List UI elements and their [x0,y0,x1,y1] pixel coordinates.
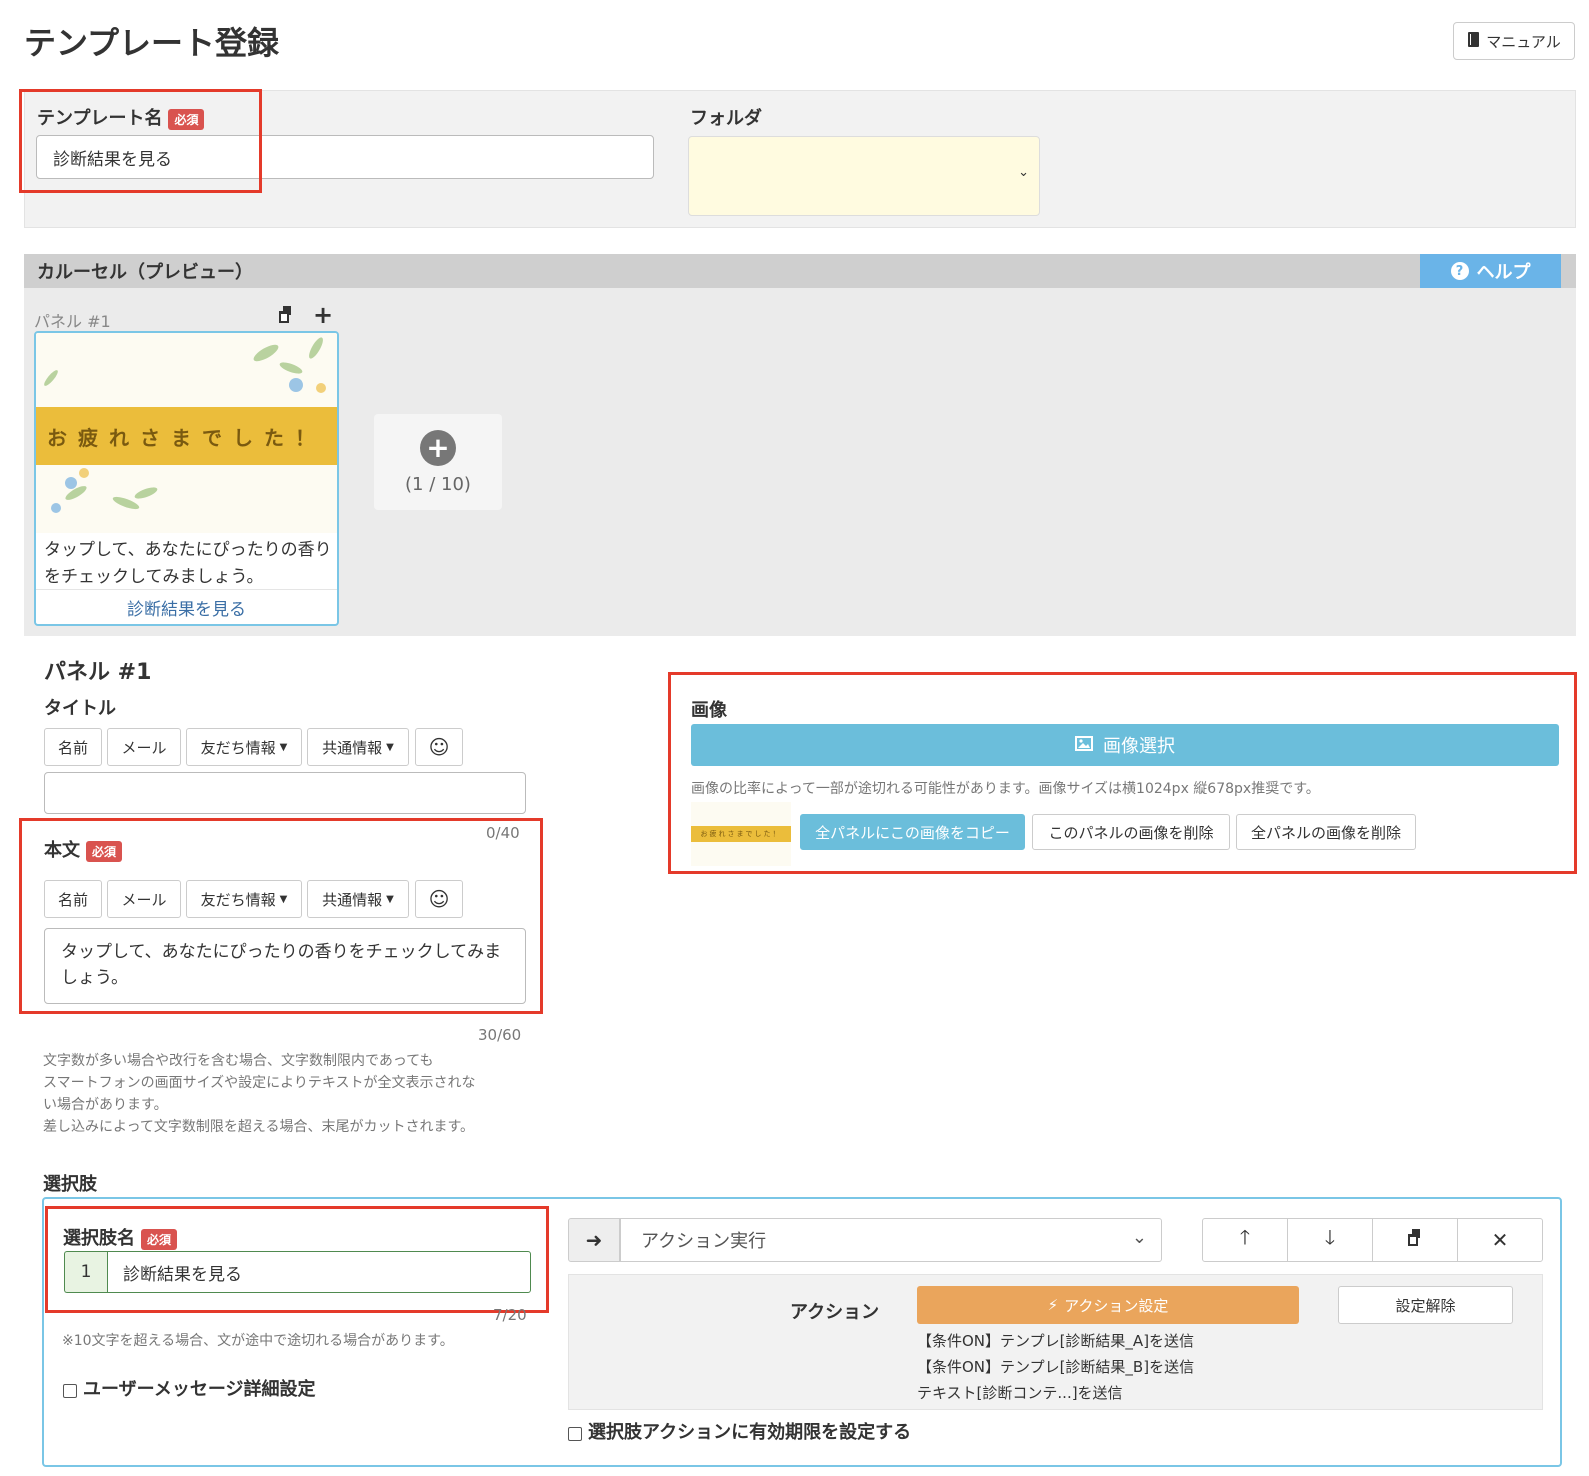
question-circle-icon: ? [1450,262,1469,280]
arrow-right-icon: ➜ [568,1218,620,1262]
page-title: テンプレート登録 [24,24,280,62]
caret-down-icon: ▼ [279,741,288,753]
delete-choice-button[interactable]: ✕ [1457,1218,1543,1262]
folder-label: フォルダ [690,108,762,129]
panel-count: (1 / 10) [405,473,471,495]
highlight-template-name [19,89,262,193]
add-panel-plus-icon[interactable]: + [313,301,333,329]
title-input[interactable] [44,772,526,814]
card-image: お疲れさまでした！ [36,333,337,533]
copy-choice-button[interactable] [1372,1218,1458,1262]
copy-icon [1407,1228,1423,1252]
carousel-title: カルーセル（プレビュー） [37,262,253,283]
folder-select[interactable]: ⌄ [688,136,1040,216]
help-label: ヘルプ [1476,262,1531,283]
add-panel-button[interactable]: + (1 / 10) [374,414,502,510]
card-banner: お疲れさまでした！ [36,407,337,465]
smile-icon: ☺ [428,735,450,759]
panel-heading: パネル #1 [44,660,152,685]
manual-button[interactable]: マニュアル [1453,22,1575,60]
card-body-text: タップして、あなたにぴったりの香りをチェックしてみましょう。 [44,540,332,587]
action-setting-label: アクション設定 [1064,1296,1169,1315]
choice-name-note: ※10文字を超える場合、文が途中で途切れる場合があります。 [62,1333,454,1349]
choices-label: 選択肢 [43,1174,97,1195]
checkbox[interactable] [63,1383,77,1398]
action-type-value: アクション実行 [641,1231,767,1252]
help-button[interactable]: ? ヘルプ [1420,254,1561,288]
highlight-choice-name [45,1206,549,1313]
choice-name-counter: 7/20 [493,1306,527,1324]
panel-number-label: パネル #1 [34,312,111,331]
action-summary-line: 【条件ON】テンプレ[診断結果_B]を送信 [917,1358,1195,1376]
highlight-body [19,818,543,1014]
chevron-down-icon: ⌄ [1018,165,1029,180]
body-note: 文字数が多い場合や改行を含む場合、文字数制限内であっても スマートフォンの画面サ… [43,1050,543,1138]
action-expiry-toggle[interactable]: 選択肢アクションに有効期限を設定する [568,1418,911,1444]
friend-info-label: 友だち情報 [200,738,276,757]
emoji-button[interactable]: ☺ [415,728,463,766]
user-message-detail-toggle[interactable]: ユーザーメッセージ詳細設定 [63,1375,316,1401]
action-label: アクション [790,1302,880,1323]
action-expiry-label: 選択肢アクションに有効期限を設定する [588,1422,912,1443]
note-line: 差し込みによって文字数制限を超える場合、末尾がカットされます。 [43,1119,475,1135]
arrow-down-icon: 🡓 [1324,1225,1336,1249]
title-label: タイトル [44,698,116,719]
bolt-icon: ⚡ [1047,1296,1059,1314]
carousel-header [24,254,1576,288]
note-line: 文字数が多い場合や改行を含む場合、文字数制限内であっても [43,1053,434,1069]
action-summary-line: 【条件ON】テンプレ[診断結果_A]を送信 [917,1332,1195,1350]
common-info-dropdown[interactable]: 共通情報 ▼ [307,728,409,766]
close-icon: ✕ [1491,1228,1509,1252]
caret-down-icon: ▼ [386,741,394,753]
chevron-down-icon: ⌄ [1131,1227,1147,1248]
checkbox[interactable] [568,1426,582,1441]
highlight-image [668,672,1577,874]
body-counter: 30/60 [478,1026,522,1044]
note-line: い場合があります。 [43,1097,168,1113]
insert-email-button[interactable]: メール [107,728,181,766]
book-icon [1467,31,1480,51]
note-line: スマートフォンの画面サイズや設定によりテキストが全文表示されな [43,1075,476,1091]
copy-panel-icon[interactable] [278,306,294,328]
manual-label: マニュアル [1486,32,1561,51]
plus-circle-icon: + [420,429,456,466]
action-summary-line: テキスト[診断コンテ...]を送信 [917,1384,1123,1402]
friend-info-dropdown[interactable]: 友だち情報 ▼ [186,728,302,766]
action-setting-button[interactable]: ⚡ アクション設定 [917,1286,1299,1324]
move-down-button[interactable]: 🡓 [1287,1218,1373,1262]
user-message-detail-label: ユーザーメッセージ詳細設定 [83,1379,316,1400]
arrow-up-icon: 🡑 [1239,1225,1251,1249]
action-type-select[interactable]: アクション実行 ⌄ [620,1218,1162,1262]
move-up-button[interactable]: 🡑 [1202,1218,1288,1262]
carousel-card[interactable]: お疲れさまでした！ タップして、あなたにぴったりの香りをチェックしてみましょう。… [34,331,339,626]
card-action-link[interactable]: 診断結果を見る [36,589,337,624]
insert-name-button[interactable]: 名前 [44,728,102,766]
common-info-label: 共通情報 [322,738,383,757]
unset-action-button[interactable]: 設定解除 [1338,1286,1513,1324]
